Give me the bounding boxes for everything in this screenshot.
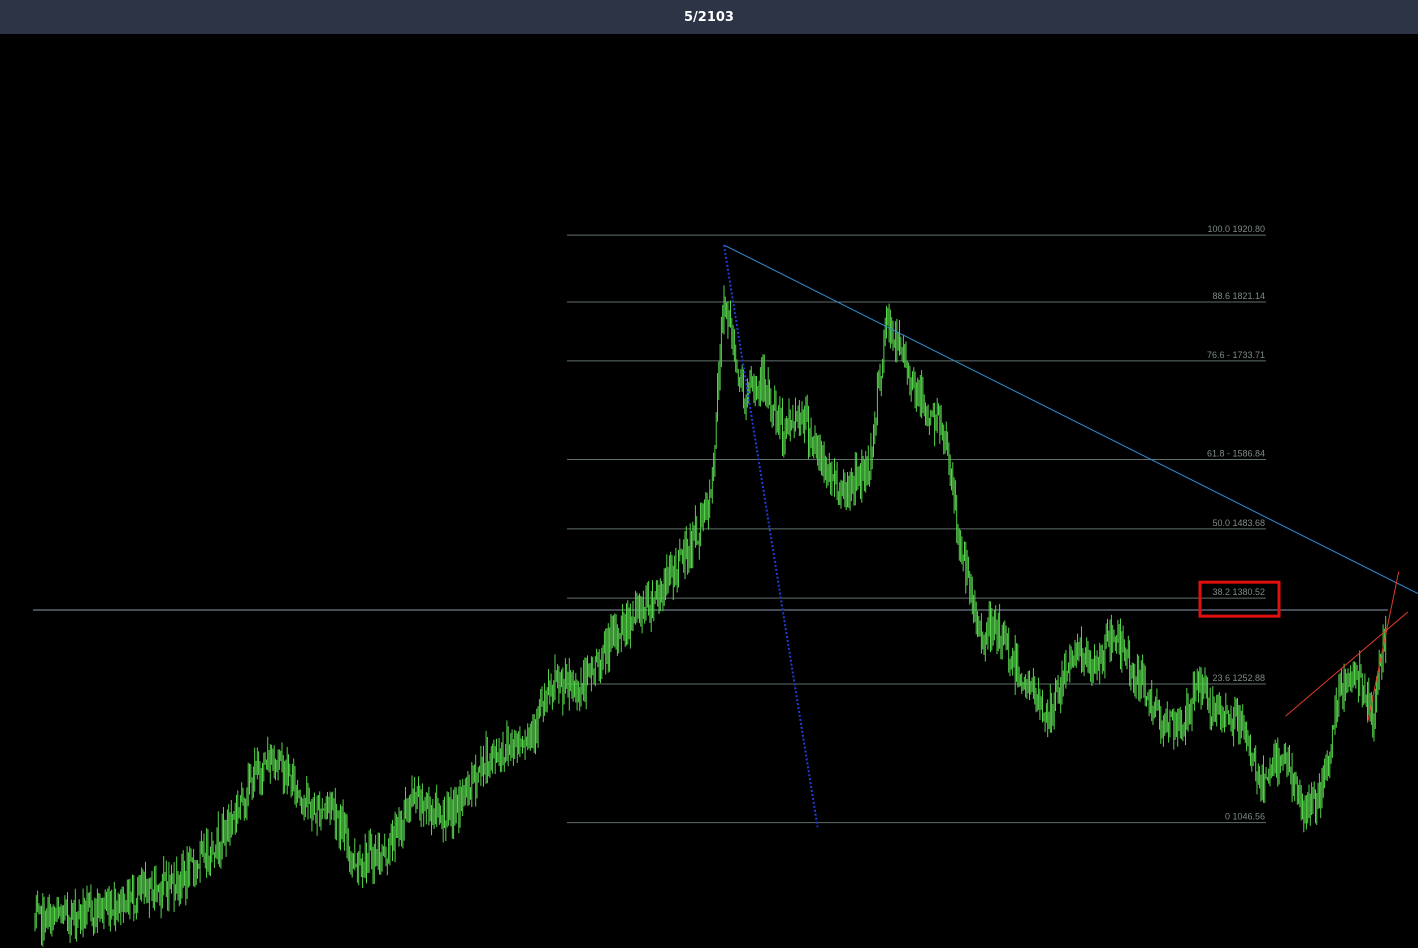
chart-title: 5/2103 (684, 9, 734, 25)
price-chart[interactable]: 100.0 1920.80 88.6 1821.14 76.6 - 1733.71 6… (0, 34, 1418, 948)
top-bar: 5/2103 (0, 0, 1418, 34)
dotted-line[interactable] (723, 244, 819, 828)
red-trend-line[interactable] (1285, 611, 1409, 717)
drawing-lines (723, 244, 1418, 828)
fib-level-label: 23.6 1252.88 (1212, 673, 1265, 683)
downtrend-line[interactable] (723, 244, 1418, 635)
fib-level-label: 0 1046.56 (1225, 812, 1265, 822)
fib-level-label: 88.6 1821.14 (1212, 291, 1265, 301)
fib-level-label: 76.6 - 1733.71 (1207, 350, 1265, 360)
red-trend-line[interactable] (1367, 571, 1400, 723)
fib-level-label: 50.0 1483.68 (1212, 518, 1265, 528)
price-bars (34, 285, 1387, 947)
fibonacci-labels: 100.0 1920.80 88.6 1821.14 76.6 - 1733.71 6… (1198, 224, 1281, 822)
fib-level-label: 38.2 1380.52 (1212, 587, 1265, 597)
fib-level-label: 100.0 1920.80 (1207, 224, 1265, 234)
fib-level-label: 61.8 - 1586.84 (1207, 449, 1265, 459)
